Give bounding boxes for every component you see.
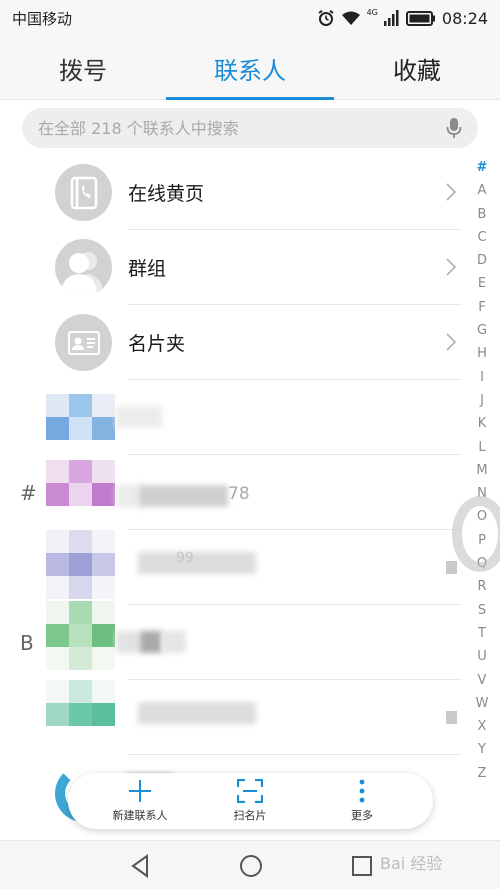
tab-bar: 拨号 联系人 收藏 bbox=[0, 36, 500, 100]
search-input[interactable] bbox=[38, 118, 446, 138]
tab-contacts[interactable]: 联系人 bbox=[166, 36, 334, 100]
contact-list: 在线黄页 群组 名片夹 # 78 99 B bbox=[0, 155, 462, 830]
list-item[interactable]: B bbox=[0, 601, 462, 680]
blurred-name bbox=[138, 552, 256, 574]
network-type: 4G bbox=[366, 7, 378, 17]
back-icon[interactable] bbox=[128, 853, 154, 879]
active-tab-indicator bbox=[166, 97, 334, 100]
index-letter[interactable]: Y bbox=[470, 742, 494, 765]
fast-scroll-handle[interactable] bbox=[452, 496, 500, 572]
index-letter[interactable]: R bbox=[470, 579, 494, 602]
blurred-number-fragment: 99 bbox=[176, 550, 194, 566]
index-letter[interactable]: F bbox=[470, 300, 494, 323]
group-icon bbox=[61, 252, 103, 296]
blurred-name bbox=[116, 485, 138, 507]
chevron-right-icon bbox=[446, 258, 456, 276]
list-item-groups[interactable]: 群组 bbox=[0, 230, 462, 305]
list-item[interactable] bbox=[0, 680, 462, 755]
tab-favorites[interactable]: 收藏 bbox=[334, 36, 500, 100]
more-vertical-icon bbox=[359, 779, 365, 803]
index-letter[interactable]: L bbox=[470, 440, 494, 463]
battery-icon bbox=[405, 10, 435, 26]
watermark: Bai 经验 bbox=[380, 854, 443, 873]
list-item[interactable]: # 78 bbox=[0, 455, 462, 530]
list-item-label: 群组 bbox=[128, 258, 167, 280]
pixelated-avatar bbox=[46, 394, 115, 440]
more-button[interactable]: 更多 bbox=[312, 773, 412, 829]
alarm-icon bbox=[318, 9, 334, 26]
wifi-icon bbox=[341, 11, 360, 25]
index-letter[interactable]: W bbox=[470, 696, 494, 719]
list-item-label: 名片夹 bbox=[128, 333, 186, 355]
scan-card-label: 扫名片 bbox=[233, 809, 267, 822]
index-letter[interactable]: H bbox=[470, 346, 494, 369]
clock: 08:24 bbox=[441, 8, 488, 28]
scan-icon bbox=[237, 779, 263, 803]
pixelated-avatar bbox=[46, 601, 115, 670]
index-letter[interactable]: B bbox=[470, 207, 494, 230]
index-letter[interactable]: X bbox=[470, 719, 494, 742]
index-letter[interactable]: C bbox=[470, 230, 494, 253]
pixelated-avatar bbox=[46, 530, 115, 599]
new-contact-label: 新建联系人 bbox=[112, 809, 168, 822]
business-card-icon bbox=[67, 330, 100, 355]
status-bar: 中国移动 4G 08:24 bbox=[0, 0, 500, 36]
alphabet-index[interactable]: # A B C D E F G H I J K L M N O P Q R S T U V W X Y Z bbox=[470, 160, 494, 789]
blurred-name bbox=[116, 406, 162, 428]
list-item-label: 在线黄页 bbox=[128, 183, 205, 205]
signal-icon bbox=[383, 10, 399, 26]
index-letter[interactable]: # bbox=[470, 160, 494, 183]
index-letter[interactable]: Z bbox=[470, 766, 494, 789]
more-label: 更多 bbox=[351, 809, 373, 822]
section-header: # bbox=[20, 480, 37, 505]
blurred-name bbox=[140, 631, 162, 653]
note-icon bbox=[446, 561, 457, 574]
blurred-name bbox=[138, 702, 256, 724]
scan-card-button[interactable]: 扫名片 bbox=[200, 773, 300, 829]
blurred-name bbox=[116, 631, 140, 653]
list-item[interactable]: 99 bbox=[0, 530, 462, 605]
index-letter[interactable]: G bbox=[470, 323, 494, 346]
status-icons: 4G 08:24 bbox=[317, 7, 488, 28]
home-icon[interactable] bbox=[238, 853, 264, 879]
blurred-name bbox=[162, 631, 186, 653]
index-letter[interactable]: S bbox=[470, 603, 494, 626]
index-letter[interactable]: T bbox=[470, 626, 494, 649]
list-item[interactable] bbox=[0, 380, 462, 455]
plus-icon bbox=[129, 780, 151, 802]
index-letter[interactable]: I bbox=[470, 370, 494, 393]
note-icon bbox=[446, 711, 457, 724]
carrier-label: 中国移动 bbox=[12, 9, 73, 28]
index-letter[interactable]: U bbox=[470, 649, 494, 672]
list-item-yellow-pages[interactable]: 在线黄页 bbox=[0, 155, 462, 230]
recent-apps-icon[interactable] bbox=[349, 853, 375, 879]
avatar bbox=[55, 164, 112, 221]
index-letter[interactable]: J bbox=[470, 393, 494, 416]
search-bar[interactable] bbox=[22, 108, 478, 148]
chevron-right-icon bbox=[446, 183, 456, 201]
index-letter[interactable]: D bbox=[470, 253, 494, 276]
action-bar: 新建联系人 扫名片 更多 bbox=[68, 773, 433, 829]
index-letter[interactable]: M bbox=[470, 463, 494, 486]
tab-dial[interactable]: 拨号 bbox=[0, 36, 166, 100]
index-letter[interactable]: E bbox=[470, 276, 494, 299]
section-header: B bbox=[20, 630, 34, 655]
blurred-number-fragment: 78 bbox=[228, 484, 250, 504]
avatar bbox=[55, 314, 112, 371]
new-contact-button[interactable]: 新建联系人 bbox=[90, 773, 190, 829]
index-letter[interactable]: K bbox=[470, 416, 494, 439]
microphone-icon[interactable] bbox=[446, 117, 462, 139]
index-letter[interactable]: V bbox=[470, 673, 494, 696]
list-item-card-holder[interactable]: 名片夹 bbox=[0, 305, 462, 380]
phone-book-icon bbox=[70, 176, 97, 209]
index-letter[interactable]: A bbox=[470, 183, 494, 206]
chevron-right-icon bbox=[446, 333, 456, 351]
pixelated-avatar bbox=[46, 460, 115, 506]
avatar bbox=[55, 239, 112, 296]
pixelated-avatar bbox=[46, 680, 115, 726]
blurred-name bbox=[138, 485, 228, 507]
